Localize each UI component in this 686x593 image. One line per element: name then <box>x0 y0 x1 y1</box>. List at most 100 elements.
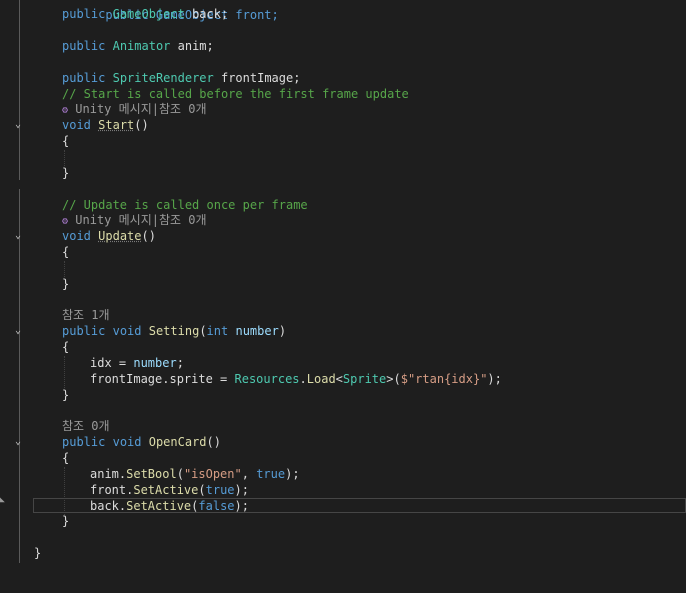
punct: , <box>241 467 257 481</box>
code-text: public GameObject back; <box>62 6 228 22</box>
codelens-text: Unity 메시지|참조 0개 <box>75 213 207 227</box>
code-text: public void OpenCard() <box>62 434 221 450</box>
string-literal: $"rtan{idx}" <box>400 372 488 386</box>
method-name: Start <box>98 118 135 132</box>
code-text: frontImage.sprite = Resources.Load<Sprit… <box>90 371 502 387</box>
code-line[interactable]: } <box>0 276 686 292</box>
code-text: idx = number; <box>90 355 184 371</box>
keyword: void <box>112 435 142 449</box>
code-line[interactable]: idx = number; <box>0 355 686 371</box>
type-name: Sprite <box>342 372 387 386</box>
parens: () <box>206 435 221 449</box>
codelens-line[interactable]: ⚙ Unity 메시지|참조 0개 <box>0 101 686 117</box>
code-line[interactable]: public SpriteRenderer frontImage; <box>0 70 686 86</box>
code-line[interactable]: // Update is called once per frame <box>0 197 686 213</box>
punct: ); <box>234 483 249 497</box>
code-line[interactable]: frontImage.sprite = Resources.Load<Sprit… <box>0 371 686 387</box>
code-line[interactable]: // Start is called before the first fram… <box>0 86 686 102</box>
punct: . <box>299 372 307 386</box>
keyword: public <box>62 7 106 21</box>
method-name: SetActive <box>126 499 192 513</box>
type-name: SpriteRenderer <box>112 71 214 85</box>
method-name: Load <box>306 372 336 386</box>
code-line[interactable]: ⌄ void Update() <box>0 228 686 244</box>
code-line[interactable]: { <box>0 339 686 355</box>
identifier: anim; <box>177 39 214 53</box>
punct: < <box>335 372 343 386</box>
punct: >( <box>386 372 401 386</box>
param-name: number <box>235 324 279 338</box>
identifier: anim. <box>90 467 127 481</box>
code-line-current[interactable]: back.SetActive(false); <box>0 498 686 514</box>
method-name: SetBool <box>126 467 177 481</box>
identifier: back; <box>192 7 229 21</box>
paren-close: ) <box>278 324 287 338</box>
code-text: front.SetActive(true); <box>90 482 249 498</box>
chevron-down-icon[interactable]: ⌄ <box>12 230 24 242</box>
type-name: Animator <box>112 39 171 53</box>
code-line[interactable]: { <box>0 133 686 149</box>
brace: { <box>62 245 70 259</box>
codelens-line[interactable]: 참조 0개 <box>0 418 686 434</box>
code-line[interactable]: anim.SetBool("isOpen", true); <box>0 466 686 482</box>
paren-open: ( <box>199 324 207 338</box>
code-text: back.SetActive(false); <box>90 498 249 514</box>
brace: { <box>62 340 70 354</box>
method-name: Update <box>98 229 142 243</box>
codelens-text[interactable]: 참조 1개 <box>62 307 110 323</box>
identifier: frontImage.sprite = <box>90 372 235 386</box>
string-literal: "isOpen" <box>183 467 242 481</box>
codelens-text[interactable]: 참조 0개 <box>62 418 110 434</box>
punct: ( <box>198 483 206 497</box>
code-line[interactable]: ⌄ void Start() <box>0 117 686 133</box>
code-line[interactable]: } <box>0 545 686 561</box>
code-line[interactable]: { <box>0 450 686 466</box>
code-text: public Animator anim; <box>62 38 214 54</box>
indent-guide <box>64 261 66 277</box>
identifier: front. <box>90 483 134 497</box>
parens: () <box>134 118 149 132</box>
code-text: anim.SetBool("isOpen", true); <box>90 466 300 482</box>
identifier: idx = <box>90 356 134 370</box>
method-name: SetActive <box>133 483 199 497</box>
keyword: true <box>205 483 235 497</box>
brace: } <box>62 166 70 180</box>
indent-guide <box>64 150 66 166</box>
param-name: number <box>133 356 177 370</box>
keyword: public <box>62 324 106 338</box>
parens: () <box>141 229 156 243</box>
code-line[interactable]: { <box>0 244 686 260</box>
code-line[interactable]: } <box>0 387 686 403</box>
keyword: false <box>198 499 235 513</box>
code-line[interactable]: public GameObject back; <box>0 6 686 22</box>
codelens-line[interactable]: 참조 1개 <box>0 307 686 323</box>
code-line[interactable]: ⌄ public void OpenCard() <box>0 434 686 450</box>
brace: { <box>62 134 70 148</box>
chevron-down-icon[interactable]: ⌄ <box>12 119 24 131</box>
brace: } <box>62 514 70 528</box>
code-line[interactable]: } <box>0 165 686 181</box>
codelens-line[interactable]: ⚙ Unity 메시지|참조 0개 <box>0 212 686 228</box>
code-editor[interactable]: ◣ public GameObject front; public GameOb… <box>0 0 686 593</box>
chevron-down-icon[interactable]: ⌄ <box>12 325 24 337</box>
punct: ); <box>487 372 502 386</box>
keyword: true <box>256 467 286 481</box>
method-name: OpenCard <box>148 435 207 449</box>
param-type: int <box>206 324 229 338</box>
keyword: public <box>62 39 106 53</box>
code-text: void Start() <box>62 117 149 133</box>
method-name: Setting <box>148 324 200 338</box>
type-name: Resources <box>234 372 300 386</box>
code-line[interactable]: } <box>0 513 686 529</box>
code-line[interactable]: ⌄ public void Setting(int number) <box>0 323 686 339</box>
identifier: frontImage; <box>220 71 301 85</box>
code-line[interactable]: public Animator anim; <box>0 38 686 54</box>
chevron-down-icon[interactable]: ⌄ <box>12 436 24 448</box>
code-text: public void Setting(int number) <box>62 323 286 339</box>
punct: ( <box>176 467 184 481</box>
identifier: back. <box>90 499 127 513</box>
code-line[interactable]: front.SetActive(true); <box>0 482 686 498</box>
unity-icon: ⚙ <box>62 216 69 227</box>
keyword: public <box>62 71 106 85</box>
type-name: GameObject <box>112 7 185 21</box>
